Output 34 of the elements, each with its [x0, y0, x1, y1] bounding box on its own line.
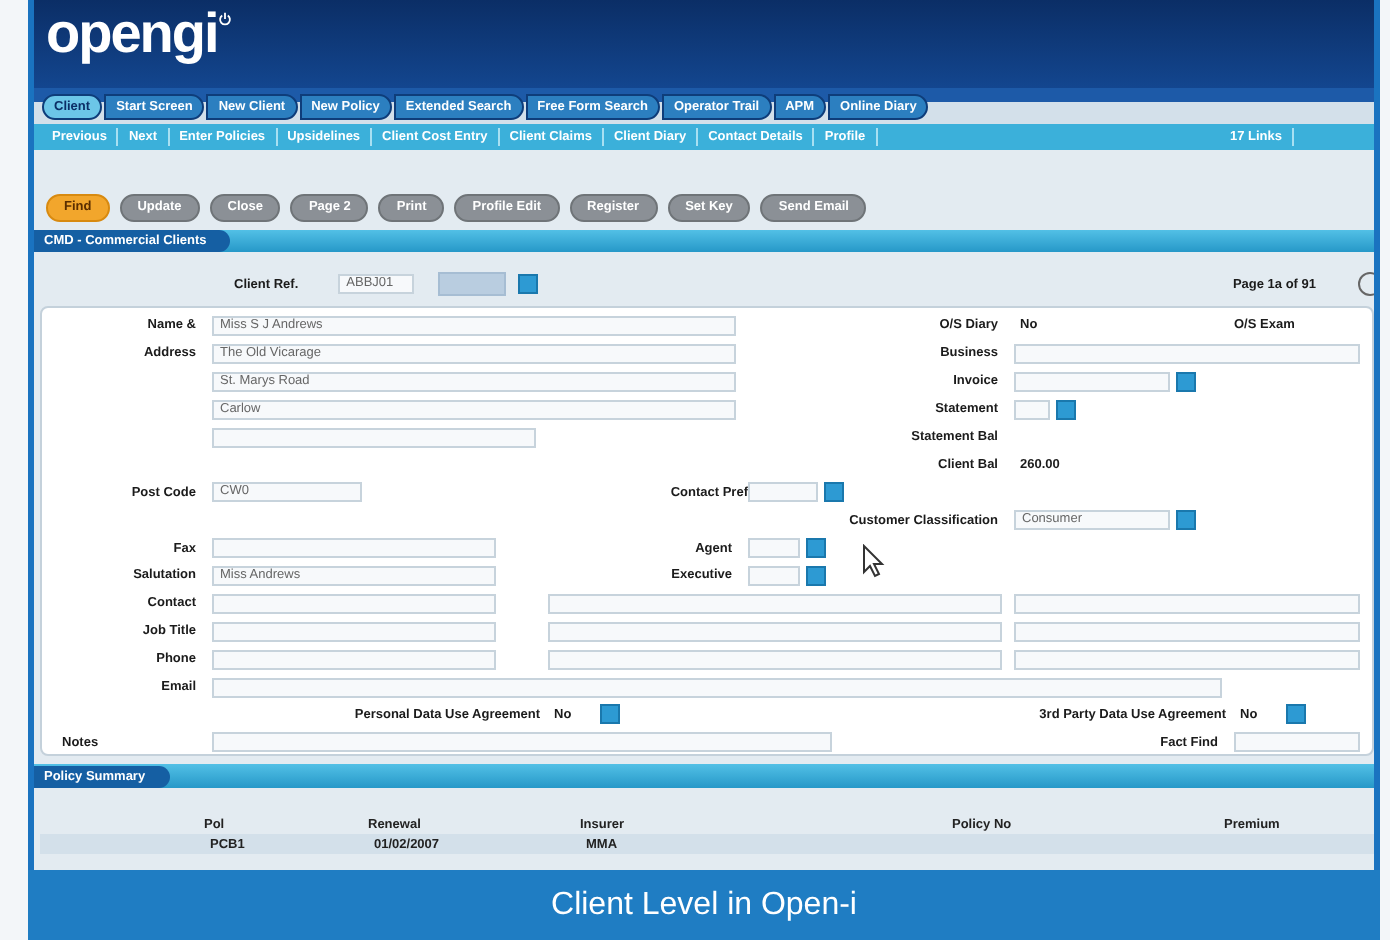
dropdown-field[interactable]	[1014, 399, 1050, 420]
input-field[interactable]	[212, 538, 496, 559]
input-field[interactable]	[1234, 732, 1360, 753]
input-field[interactable]	[548, 649, 1002, 670]
dropdown-button[interactable]	[806, 565, 826, 586]
dropdown-field[interactable]	[748, 565, 800, 586]
input-field[interactable]	[548, 593, 1002, 614]
dropdown-button[interactable]	[1176, 371, 1196, 392]
dropdown-field[interactable]	[748, 538, 800, 559]
dropdown-button[interactable]	[806, 538, 826, 559]
logo: opengi	[46, 4, 218, 64]
input-field[interactable]	[1014, 621, 1360, 642]
input-field[interactable]	[212, 427, 536, 447]
input-field[interactable]	[548, 621, 1002, 642]
input-field[interactable]	[212, 677, 1222, 698]
dropdown-button[interactable]	[518, 274, 539, 294]
input-field[interactable]	[212, 593, 496, 614]
power-icon	[217, 12, 232, 26]
dropdown-button[interactable]	[824, 482, 844, 503]
input-field[interactable]	[212, 649, 496, 670]
input-field[interactable]	[1014, 343, 1360, 364]
input-field[interactable]	[212, 732, 832, 753]
dropdown-button[interactable]	[1056, 399, 1076, 420]
cursor-icon	[862, 544, 886, 578]
dropdown-button[interactable]	[1176, 510, 1196, 531]
input-field[interactable]	[1014, 593, 1360, 614]
dropdown-field[interactable]	[748, 482, 818, 503]
input-field[interactable]	[1014, 649, 1360, 670]
dropdown-field[interactable]	[1014, 371, 1170, 392]
dropdown-button[interactable]	[1285, 704, 1306, 725]
lookup-field[interactable]	[438, 272, 507, 296]
input-field[interactable]	[212, 621, 496, 642]
dropdown-button[interactable]	[599, 704, 620, 725]
caption: Client Level in Open-i	[549, 886, 859, 926]
